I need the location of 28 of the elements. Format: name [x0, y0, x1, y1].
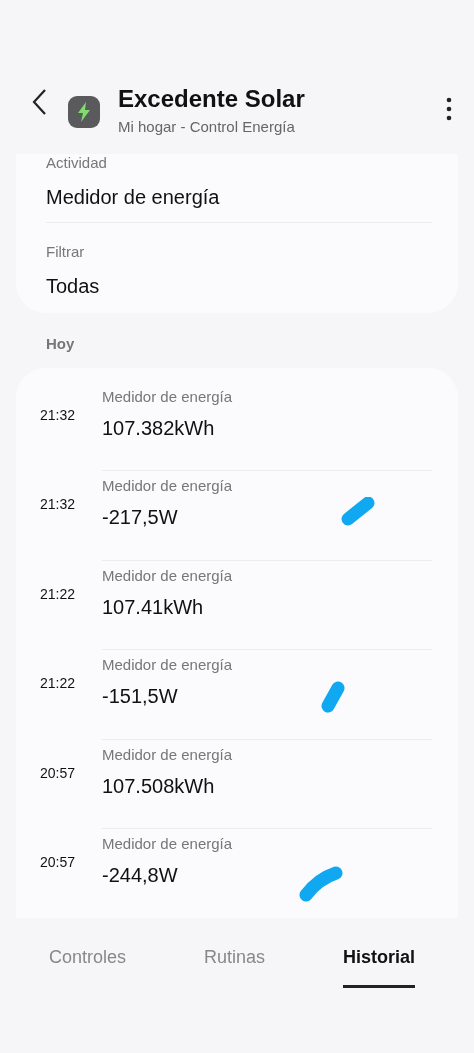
event-value: 107.382kWh	[102, 415, 216, 441]
event-time: 20:57	[40, 763, 77, 783]
event-value: 107.508kWh	[102, 773, 216, 799]
event-time: 21:32	[40, 405, 77, 425]
more-options-icon[interactable]	[444, 96, 454, 120]
event-label: Medidor de energía	[102, 566, 234, 585]
event-label: Medidor de energía	[102, 745, 234, 764]
event-label: Medidor de energía	[102, 835, 234, 854]
filter-label: Actividad	[46, 154, 108, 172]
tab[interactable]: Historial	[342, 932, 415, 988]
event-time: 21:32	[40, 495, 77, 515]
event-time: 20:57	[40, 853, 77, 873]
filter-label: Filtrar	[46, 243, 86, 261]
event-value: -244,8W	[102, 863, 179, 889]
event-value: -217,5W	[102, 505, 179, 531]
event-value: -151,5W	[102, 684, 179, 710]
filter-value[interactable]: Todas	[46, 273, 432, 299]
event-label: Medidor de energía	[102, 387, 234, 406]
section-heading: Hoy	[46, 334, 76, 354]
screen-title: Excedente Solar	[118, 84, 305, 114]
event-label: Medidor de energía	[102, 656, 234, 675]
lightning-icon	[68, 96, 100, 128]
screen-subtitle: Mi hogar - Control Energía	[118, 117, 296, 137]
event-time: 21:22	[40, 584, 77, 604]
event-time: 21:22	[40, 674, 77, 694]
event-value: 107.41kWh	[102, 594, 205, 620]
filter-value[interactable]: Medidor de energía	[46, 184, 432, 210]
event-label: Medidor de energía	[102, 477, 234, 496]
